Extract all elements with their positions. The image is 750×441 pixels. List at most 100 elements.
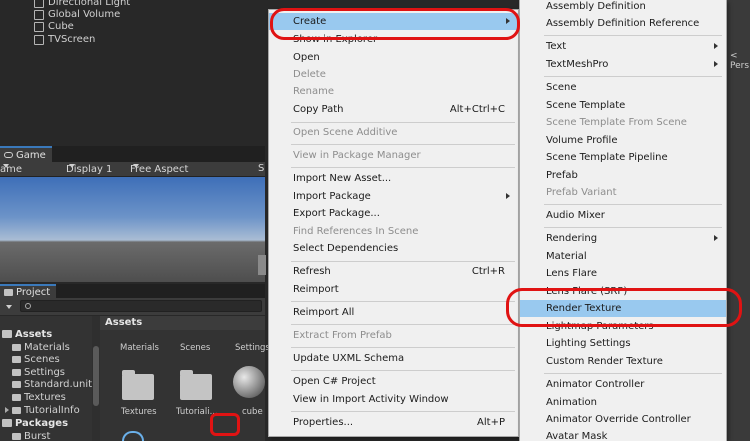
menu-item-avatar-mask[interactable]: Avatar Mask [520, 428, 726, 441]
menu-item-delete[interactable]: Delete [269, 66, 518, 83]
menu-item-update-uxml-schema[interactable]: Update UXML Schema [269, 350, 518, 367]
tree-item[interactable]: Standard.unity [12, 378, 98, 390]
tree-item[interactable]: Scenes [12, 353, 60, 365]
project-search-input[interactable] [20, 300, 262, 312]
menu-item-reimport-all[interactable]: Reimport All [269, 304, 518, 321]
menu-item-material[interactable]: Material [520, 248, 726, 265]
menu-item-label: Select Dependencies [293, 243, 399, 254]
hierarchy-item[interactable]: TVScreen [34, 33, 95, 46]
menu-item-audio-mixer[interactable]: Audio Mixer [520, 207, 726, 224]
chevron-right-icon [5, 407, 9, 413]
folder-icon [12, 343, 21, 351]
tree-item-assets[interactable]: Assets [2, 328, 52, 340]
menu-item-custom-render-texture[interactable]: Custom Render Texture [520, 353, 726, 370]
menu-item-import-package[interactable]: Import Package [269, 188, 518, 205]
project-toolbar [0, 298, 265, 315]
menu-item-refresh[interactable]: Refresh Ctrl+R [269, 263, 518, 280]
asset-item-label[interactable]: Textures [121, 407, 157, 417]
tree-scrollbar[interactable] [92, 316, 100, 441]
search-icon [25, 303, 31, 309]
tree-item-label: Scenes [24, 353, 60, 365]
menu-item-prefab-variant[interactable]: Prefab Variant [520, 184, 726, 201]
menu-item-lighting-settings[interactable]: Lighting Settings [520, 335, 726, 352]
tree-item[interactable]: Burst [12, 430, 50, 441]
menu-item-open-csharp-project[interactable]: Open C# Project [269, 373, 518, 390]
hierarchy-item[interactable]: Cube [34, 20, 74, 33]
tab-project-label: Project [16, 286, 51, 298]
menu-item-rename[interactable]: Rename [269, 83, 518, 100]
assets-breadcrumb[interactable]: Assets [100, 316, 265, 330]
folder-icon[interactable] [180, 370, 212, 400]
tree-item-packages[interactable]: Packages [2, 417, 68, 429]
menu-item-assembly-definition-reference[interactable]: Assembly Definition Reference [520, 15, 726, 32]
tab-game-label: Game [16, 149, 46, 161]
annotation-empty-slot [210, 413, 240, 436]
annotation-render-texture [506, 288, 742, 327]
chevron-down-icon [3, 164, 9, 168]
menu-item-properties[interactable]: Properties... Alt+P [269, 414, 518, 431]
tab-game[interactable]: Game [0, 146, 52, 162]
sphere-icon[interactable] [233, 366, 265, 398]
add-dropdown[interactable] [3, 302, 12, 313]
folder-icon [12, 406, 21, 414]
menu-item-assembly-definition[interactable]: Assembly Definition [520, 0, 726, 15]
menu-item-view-import-activity[interactable]: View in Import Activity Window [269, 391, 518, 408]
menu-item-label: Animator Override Controller [546, 414, 691, 425]
menu-item-rendering[interactable]: Rendering [520, 230, 726, 247]
menu-item-label: Open [293, 52, 320, 63]
menu-item-lens-flare[interactable]: Lens Flare [520, 265, 726, 282]
tree-item[interactable]: Textures [12, 391, 66, 403]
menu-item-prefab[interactable]: Prefab [520, 167, 726, 184]
menu-item-volume-profile[interactable]: Volume Profile [520, 132, 726, 149]
menu-separator [544, 204, 722, 205]
chevron-down-icon [69, 164, 75, 168]
asset-item-label[interactable]: cube [242, 407, 263, 417]
tree-item-label: Settings [24, 366, 66, 378]
package-icon [122, 431, 144, 441]
menu-item-label: Update UXML Schema [293, 353, 405, 364]
menu-item-open-scene-additive[interactable]: Open Scene Additive [269, 124, 518, 141]
tree-item[interactable]: Materials [12, 341, 70, 353]
menu-item-text[interactable]: Text [520, 38, 726, 55]
menu-separator [291, 411, 515, 412]
menu-separator [291, 324, 515, 325]
menu-item-animator-controller[interactable]: Animator Controller [520, 376, 726, 393]
chevron-right-icon [714, 43, 718, 49]
menu-item-textmeshpro[interactable]: TextMeshPro [520, 56, 726, 73]
game-viewport[interactable] [0, 177, 266, 282]
tab-project[interactable]: Project [0, 284, 57, 298]
folder-icon[interactable] [122, 370, 154, 400]
asset-column-label: Settings [235, 343, 270, 353]
menu-item-reimport[interactable]: Reimport [269, 281, 518, 298]
scale-label[interactable]: S [258, 163, 264, 174]
menu-item-label: Material [546, 251, 587, 262]
folder-icon [4, 288, 13, 296]
menu-item-import-new-asset[interactable]: Import New Asset... [269, 170, 518, 187]
menu-item-view-in-package-manager[interactable]: View in Package Manager [269, 147, 518, 164]
menu-item-open[interactable]: Open [269, 49, 518, 66]
menu-item-label: Open C# Project [293, 376, 376, 387]
menu-item-copy-path[interactable]: Copy Path Alt+Ctrl+C [269, 101, 518, 118]
chevron-right-icon [506, 193, 510, 199]
menu-item-label: Avatar Mask [546, 431, 608, 441]
menu-item-label: Prefab Variant [546, 187, 617, 198]
create-submenu: Assembly Definition Assembly Definition … [519, 0, 727, 441]
hierarchy-item-label: Global Volume [48, 9, 121, 20]
menu-item-export-package[interactable]: Export Package... [269, 205, 518, 222]
menu-item-find-references[interactable]: Find References In Scene [269, 223, 518, 240]
menu-item-scene-template-from-scene[interactable]: Scene Template From Scene [520, 114, 726, 131]
perspective-label[interactable]: < Pers [730, 51, 750, 71]
scrollbar-thumb[interactable] [93, 346, 99, 406]
menu-item-label: Copy Path [293, 104, 344, 115]
menu-item-scene-template-pipeline[interactable]: Scene Template Pipeline [520, 149, 726, 166]
menu-item-animation[interactable]: Animation [520, 394, 726, 411]
menu-item-scene[interactable]: Scene [520, 79, 726, 96]
menu-item-animator-override-controller[interactable]: Animator Override Controller [520, 411, 726, 428]
menu-item-select-dependencies[interactable]: Select Dependencies [269, 240, 518, 257]
tree-item[interactable]: TutorialInfo [5, 404, 80, 416]
tree-item[interactable]: Settings [12, 366, 65, 378]
menu-item-label: Assembly Definition [546, 1, 646, 12]
menu-item-scene-template[interactable]: Scene Template [520, 97, 726, 114]
menu-item-label: Import New Asset... [293, 173, 392, 184]
menu-item-extract-from-prefab[interactable]: Extract From Prefab [269, 327, 518, 344]
